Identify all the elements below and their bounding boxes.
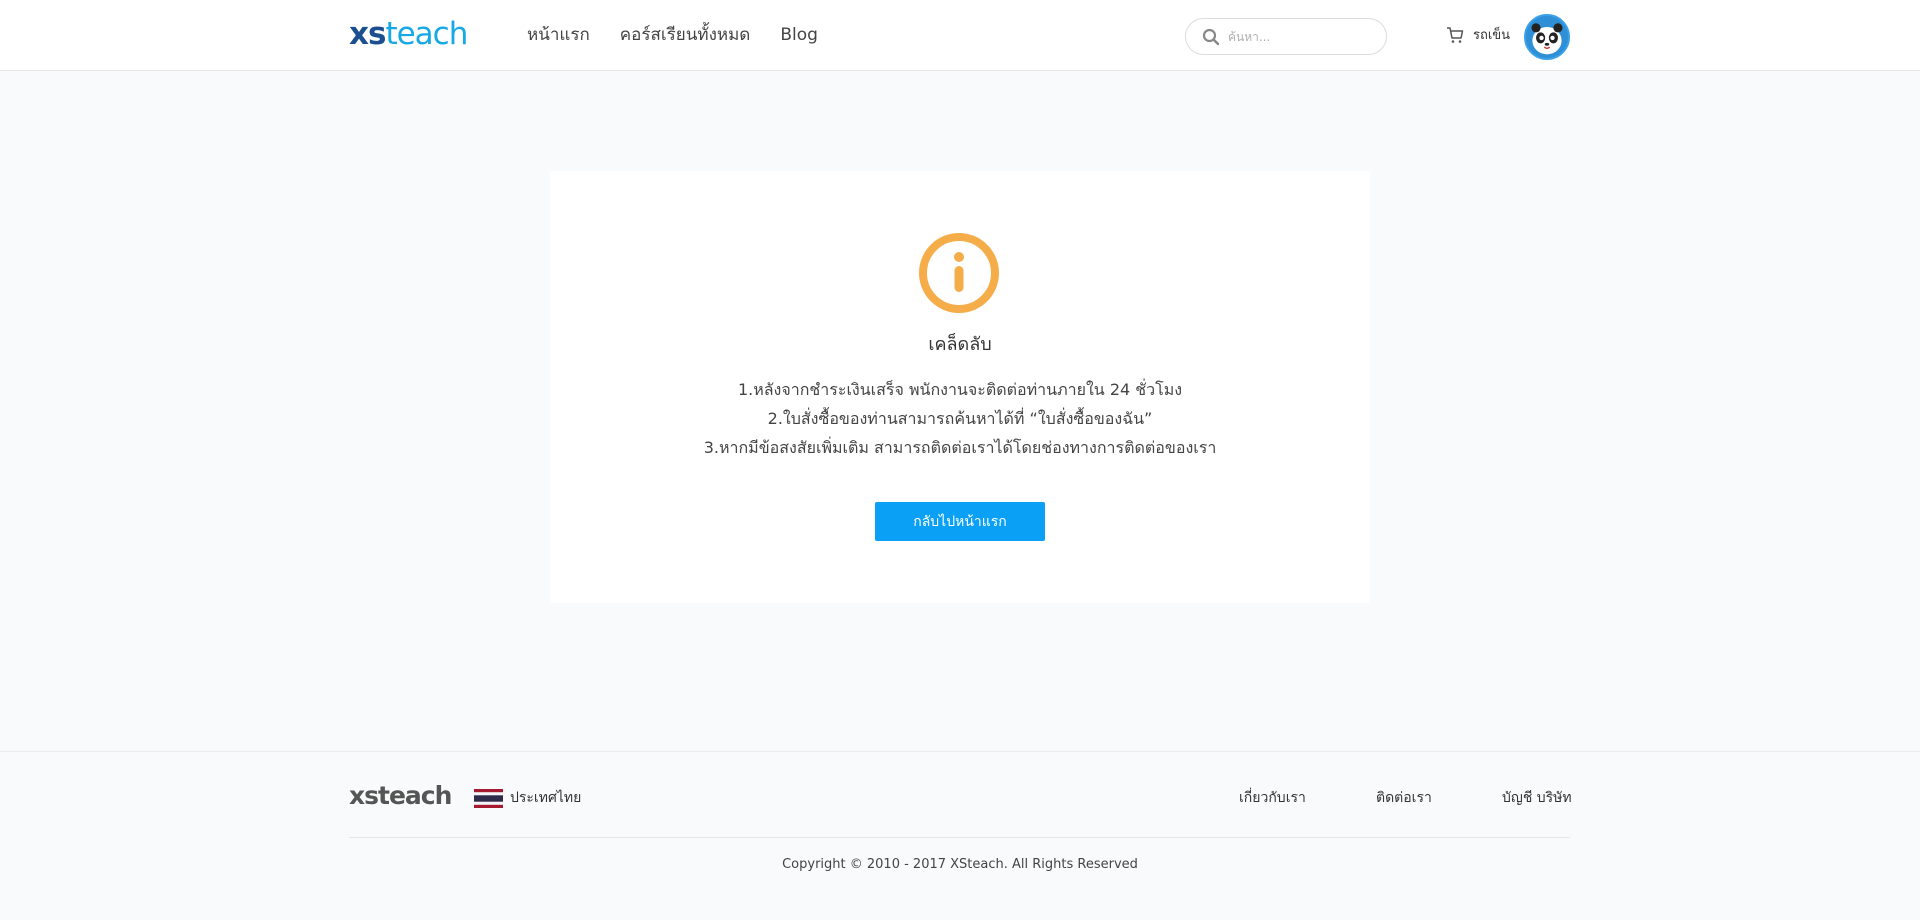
- footer-logo[interactable]: xsteach: [349, 780, 452, 812]
- tip-line: 3.หากมีข้อสงสัยเพิ่มเติม สามารถติดต่อเรา…: [703, 438, 1217, 457]
- footer-divider: [349, 837, 1570, 838]
- search-icon[interactable]: [1202, 28, 1220, 46]
- thailand-flag-icon: [474, 788, 503, 808]
- site-footer: xsteach ประเทศไทย เกี่ยวกับเรา ติดต่อเรา…: [0, 751, 1920, 920]
- site-logo[interactable]: xsteach: [349, 14, 468, 54]
- logo-teach: teach: [385, 16, 468, 52]
- copyright-text: Copyright © 2010 - 2017 XSteach. All Rig…: [782, 857, 1138, 872]
- cart-icon: [1447, 26, 1464, 43]
- tip-line: 1.หลังจากชำระเงินเสร็จ พนักงานจะติดต่อท่…: [737, 380, 1183, 399]
- tips-list: 1.หลังจากชำระเงินเสร็จ พนักงานจะติดต่อท่…: [550, 375, 1370, 462]
- site-header: xsteach หน้าแรก คอร์สเรียนทั้งหมด Blog ร…: [0, 0, 1920, 71]
- info-circle-icon: [919, 233, 999, 313]
- tip-line: 2.ใบสั่งซื้อของท่านสามารถค้นหาได้ที่ “ใบ…: [767, 409, 1153, 428]
- search-input[interactable]: [1228, 25, 1378, 49]
- nav-home[interactable]: หน้าแรก: [527, 22, 590, 48]
- cart-label: รถเข็น: [1473, 28, 1511, 43]
- logo-xs: xs: [349, 16, 386, 52]
- cart-link[interactable]: รถเข็น: [1446, 24, 1510, 45]
- user-avatar[interactable]: [1524, 14, 1570, 60]
- nav-all-courses[interactable]: คอร์สเรียนทั้งหมด: [620, 22, 751, 48]
- footer-link-company-account[interactable]: บัญชี บริษัท: [1502, 787, 1572, 809]
- back-to-home-button[interactable]: กลับไปหน้าแรก: [875, 502, 1045, 541]
- panda-avatar-icon: [1526, 16, 1568, 58]
- footer-link-contact[interactable]: ติดต่อเรา: [1376, 787, 1432, 809]
- footer-link-about[interactable]: เกี่ยวกับเรา: [1239, 787, 1306, 809]
- tips-title: เคล็ดลับ: [928, 334, 992, 355]
- main-nav: หน้าแรก คอร์สเรียนทั้งหมด Blog: [527, 22, 848, 48]
- nav-blog[interactable]: Blog: [780, 22, 818, 48]
- country-selector[interactable]: ประเทศไทย: [474, 787, 581, 809]
- country-label: ประเทศไทย: [510, 790, 582, 806]
- tips-card: เคล็ดลับ 1.หลังจากชำระเงินเสร็จ พนักงานจ…: [550, 171, 1370, 603]
- search-box[interactable]: [1185, 18, 1387, 55]
